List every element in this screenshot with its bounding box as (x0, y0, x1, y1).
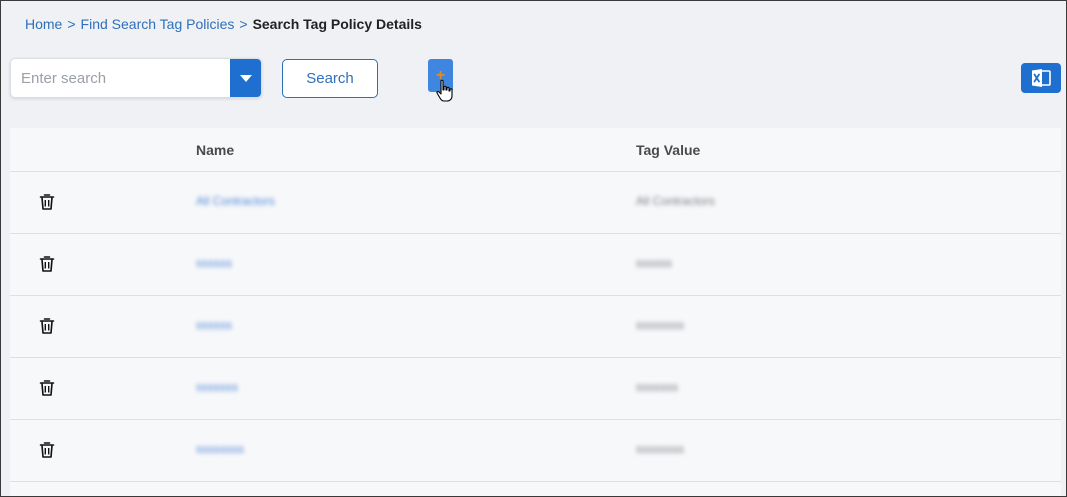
table-row: ssssss ssssss (10, 234, 1061, 296)
search-options-dropdown[interactable] (230, 59, 261, 97)
tag-value: ssssss (636, 256, 672, 270)
export-excel-button[interactable] (1021, 63, 1061, 93)
tag-value: sssssss (636, 380, 678, 394)
breadcrumb-parent-link[interactable]: Find Search Tag Policies (81, 15, 235, 33)
table-row: sssssss sssssss (10, 358, 1061, 420)
breadcrumb-home-link[interactable]: Home (25, 15, 62, 33)
column-header-name[interactable]: Name (196, 142, 234, 158)
tag-policy-table: Name Tag Value All Contractors All Contr… (10, 128, 1061, 496)
search-box (10, 58, 262, 98)
add-policy-button[interactable]: + (428, 59, 453, 92)
app-frame: Home > Find Search Tag Policies > Search… (0, 0, 1067, 497)
search-input[interactable] (11, 59, 230, 97)
trash-icon[interactable] (39, 317, 55, 335)
policy-name-link[interactable]: ssssss (196, 256, 232, 270)
breadcrumb-separator: > (239, 16, 248, 32)
tag-value: All Contractors (636, 194, 715, 208)
breadcrumb: Home > Find Search Tag Policies > Search… (25, 15, 422, 33)
policy-name-link[interactable]: ssssss (196, 318, 232, 332)
tag-value: ssssssss (636, 318, 684, 332)
trash-icon[interactable] (39, 379, 55, 397)
policy-name-link[interactable]: All Contractors (196, 194, 275, 208)
search-button[interactable]: Search (282, 59, 378, 98)
breadcrumb-current: Search Tag Policy Details (252, 16, 422, 32)
trash-icon[interactable] (39, 441, 55, 459)
table-row: All Contractors All Contractors (10, 172, 1061, 234)
tag-value: ssssssss (636, 442, 684, 456)
trash-icon[interactable] (39, 193, 55, 211)
policy-name-link[interactable]: ssssssss (196, 442, 244, 456)
table-row: ssssssss ssssssss (10, 420, 1061, 482)
table-row: ssssss ssssssss (10, 296, 1061, 358)
excel-icon (1032, 69, 1051, 87)
column-header-tag-value[interactable]: Tag Value (636, 142, 700, 158)
plus-icon: + (435, 66, 446, 84)
trash-icon[interactable] (39, 255, 55, 273)
breadcrumb-separator: > (67, 16, 76, 32)
policy-name-link[interactable]: sssssss (196, 380, 238, 394)
table-header: Name Tag Value (10, 128, 1061, 172)
caret-down-icon (239, 74, 252, 82)
